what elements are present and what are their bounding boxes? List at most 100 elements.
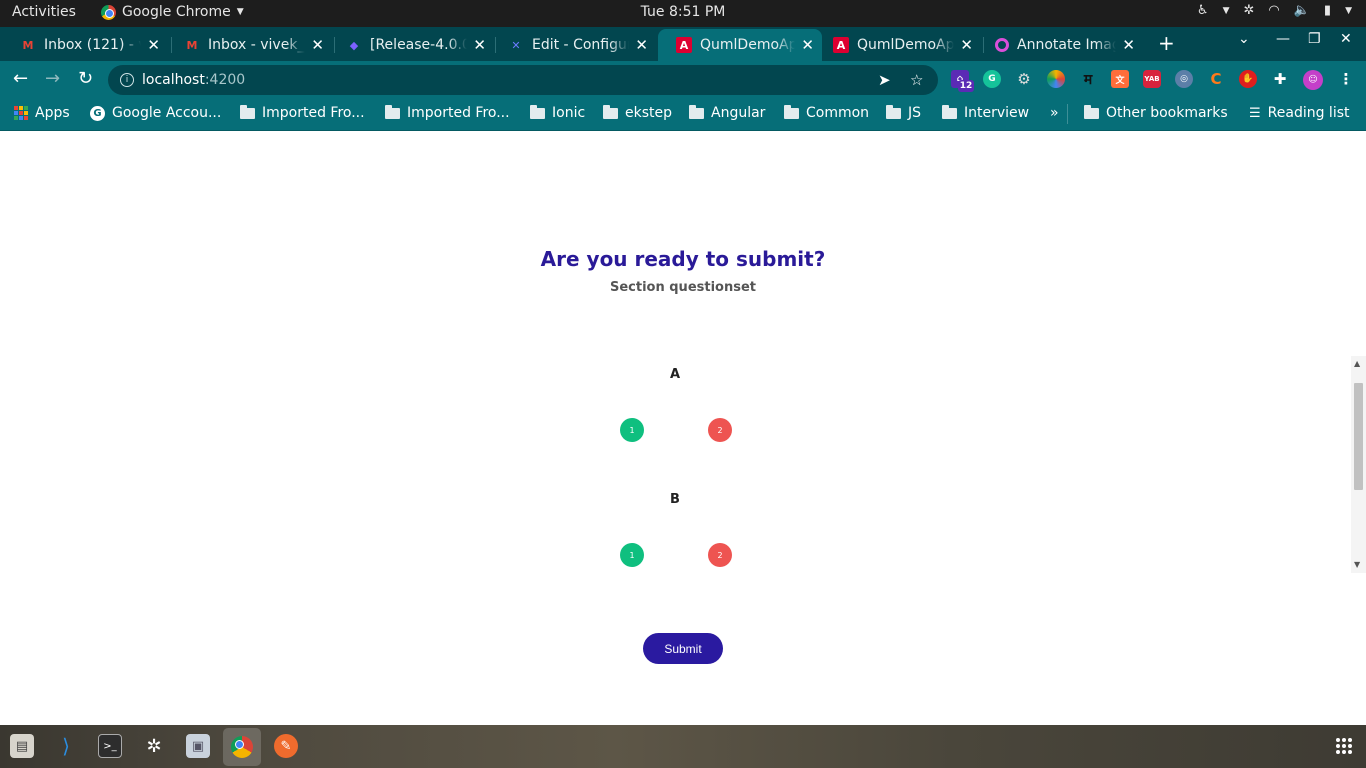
extensions-puzzle-icon[interactable]: ✚ <box>1271 70 1289 88</box>
show-applications-icon[interactable] <box>1336 738 1352 754</box>
close-icon[interactable]: ✕ <box>960 36 973 54</box>
maximize-button[interactable]: ❐ <box>1308 31 1321 47</box>
files-app-icon[interactable]: ▤ <box>10 734 34 758</box>
bookmark-label: Imported Fro... <box>262 105 365 121</box>
accessibility-icon[interactable]: ♿ <box>1197 3 1209 18</box>
bookmark-folder-angular[interactable]: Angular <box>689 104 765 121</box>
vscode-app-icon[interactable]: ⟩ <box>54 734 78 758</box>
bookmark-label: JS <box>908 105 922 121</box>
browser-toolbar: ← → ↻ i localhost:4200 ➤ ☆ ⌂ 12 G ⚙ म 文 … <box>0 61 1366 98</box>
grammarly-icon[interactable]: G <box>983 70 1001 88</box>
address-bar[interactable]: i localhost:4200 ➤ ☆ <box>108 65 938 95</box>
section-label-b: B <box>670 492 680 507</box>
submit-button[interactable]: Submit <box>643 633 723 664</box>
wifi-icon[interactable]: ◠ <box>1268 3 1279 18</box>
back-arrow-icon[interactable]: ← <box>13 69 28 89</box>
question-indicator-answered[interactable]: 1 <box>620 543 644 567</box>
slack-tray-icon[interactable]: ✲ <box>1243 3 1254 18</box>
app-menu[interactable]: Google Chrome ▼ <box>101 4 244 20</box>
code-extension-icon[interactable]: C <box>1207 70 1225 88</box>
bookmark-label: Interview <box>964 105 1030 121</box>
chrome-app-icon[interactable] <box>223 728 261 766</box>
forward-arrow-icon[interactable]: → <box>45 69 60 89</box>
tab-release[interactable]: ◆ [Release-4.0.0 ✕ <box>328 29 494 61</box>
minimize-button[interactable]: — <box>1276 31 1290 47</box>
close-icon[interactable]: ✕ <box>473 36 486 54</box>
tab-title: Edit - Configur <box>532 37 630 53</box>
reload-icon[interactable]: ↻ <box>78 69 93 89</box>
scroll-up-arrow-icon[interactable]: ▲ <box>1354 359 1360 368</box>
google-icon: G <box>90 105 105 121</box>
tab-search-icon[interactable]: ⌄ <box>1238 31 1250 47</box>
clipboard-app-icon[interactable]: ▣ <box>186 734 210 758</box>
bookmark-google-account[interactable]: G Google Accou... <box>90 105 221 121</box>
bookmark-folder-imported-1[interactable]: Imported Fro... <box>240 104 365 121</box>
bookmark-folder-ionic[interactable]: Ionic <box>530 104 585 121</box>
folder-icon <box>689 104 704 119</box>
tab-annotate-image[interactable]: Annotate Imag ✕ <box>977 29 1143 61</box>
apps-icon <box>14 106 28 120</box>
close-icon[interactable]: ✕ <box>147 36 160 54</box>
section-scrollbar[interactable]: ▲ ▼ <box>1351 356 1366 573</box>
bookmarks-divider <box>1067 104 1068 124</box>
hindi-extension-icon[interactable]: म <box>1079 70 1097 88</box>
question-indicator-skipped[interactable]: 2 <box>708 543 732 567</box>
bookmark-folder-imported-2[interactable]: Imported Fro... <box>385 104 510 121</box>
tab-quml-demo[interactable]: A QumlDemoAp ✕ <box>815 29 981 61</box>
circle-extension-icon[interactable]: ◎ <box>1175 70 1193 88</box>
folder-icon <box>942 104 957 119</box>
reading-list-button[interactable]: ☰ Reading list <box>1249 105 1350 121</box>
hand-extension-icon[interactable]: ✋ <box>1239 70 1257 88</box>
bookmarks-bar: Apps G Google Accou... Imported Fro... I… <box>0 98 1366 131</box>
question-indicator-answered[interactable]: 1 <box>620 418 644 442</box>
tab-inbox-vivek[interactable]: M Inbox - vivek_k ✕ <box>166 29 332 61</box>
menu-kebab-icon[interactable]: ⋮ <box>1337 70 1355 88</box>
bookmark-folder-ekstep[interactable]: ekstep <box>603 104 673 121</box>
scrollbar-thumb[interactable] <box>1354 383 1363 490</box>
battery-icon[interactable]: ▮ <box>1324 3 1331 18</box>
site-info-icon[interactable]: i <box>120 73 134 87</box>
bookmark-label: Apps <box>35 105 70 121</box>
section-label-a: A <box>669 367 681 382</box>
volume-icon[interactable]: 🔈 <box>1294 3 1310 18</box>
folder-icon <box>603 104 618 119</box>
tab-inbox-121[interactable]: M Inbox (121) - vi ✕ <box>2 29 168 61</box>
url-host: localhost <box>142 72 205 88</box>
close-icon[interactable]: ✕ <box>311 36 324 54</box>
close-icon[interactable]: ✕ <box>635 36 648 54</box>
question-indicator-skipped[interactable]: 2 <box>708 418 732 442</box>
close-icon[interactable]: ✕ <box>1122 36 1135 54</box>
bookmark-folder-interview[interactable]: Interview <box>942 104 1030 121</box>
yab-extension-icon[interactable]: YAB <box>1143 70 1161 88</box>
send-tab-icon[interactable]: ➤ <box>878 71 891 89</box>
bookmark-folder-common[interactable]: Common <box>784 104 869 121</box>
tab-quml-demo-active[interactable]: A QumlDemoAp ✕ <box>658 29 822 61</box>
angular-icon: A <box>833 37 849 53</box>
close-window-button[interactable]: ✕ <box>1340 31 1352 47</box>
scroll-down-arrow-icon[interactable]: ▼ <box>1354 560 1360 569</box>
tab-edit-configure[interactable]: ✕ Edit - Configur ✕ <box>490 29 656 61</box>
new-tab-button[interactable]: + <box>1158 31 1175 55</box>
gmail-icon: M <box>186 38 198 52</box>
translate-extension-icon[interactable]: 文 <box>1111 70 1129 88</box>
terminal-app-icon[interactable]: >_ <box>98 734 122 758</box>
bookmark-apps[interactable]: Apps <box>14 105 70 121</box>
activities-button[interactable]: Activities <box>12 4 76 20</box>
gmail-icon: M <box>22 38 34 52</box>
system-tray[interactable]: ♿ ▼ ✲ ◠ 🔈 ▮ ▼ <box>1197 3 1352 18</box>
annotate-icon <box>995 38 1009 52</box>
settings-gear-icon[interactable]: ⚙ <box>1015 70 1033 88</box>
slack-app-icon[interactable]: ✲ <box>142 734 166 758</box>
bookmark-folder-js[interactable]: JS <box>886 104 922 121</box>
page-content: Are you ready to submit? Section questio… <box>0 132 1366 725</box>
folder-icon <box>1084 104 1099 119</box>
folder-icon <box>385 104 400 119</box>
color-picker-icon[interactable] <box>1047 70 1065 88</box>
bookmark-label: ekstep <box>625 105 673 121</box>
close-icon[interactable]: ✕ <box>801 36 814 54</box>
bookmark-other-bookmarks[interactable]: Other bookmarks <box>1084 104 1228 121</box>
bookmark-star-icon[interactable]: ☆ <box>910 71 923 89</box>
bookmarks-overflow-chevron-icon[interactable]: » <box>1050 105 1059 121</box>
postman-app-icon[interactable]: ✎ <box>274 734 298 758</box>
profile-avatar[interactable]: ☺ <box>1303 70 1323 90</box>
